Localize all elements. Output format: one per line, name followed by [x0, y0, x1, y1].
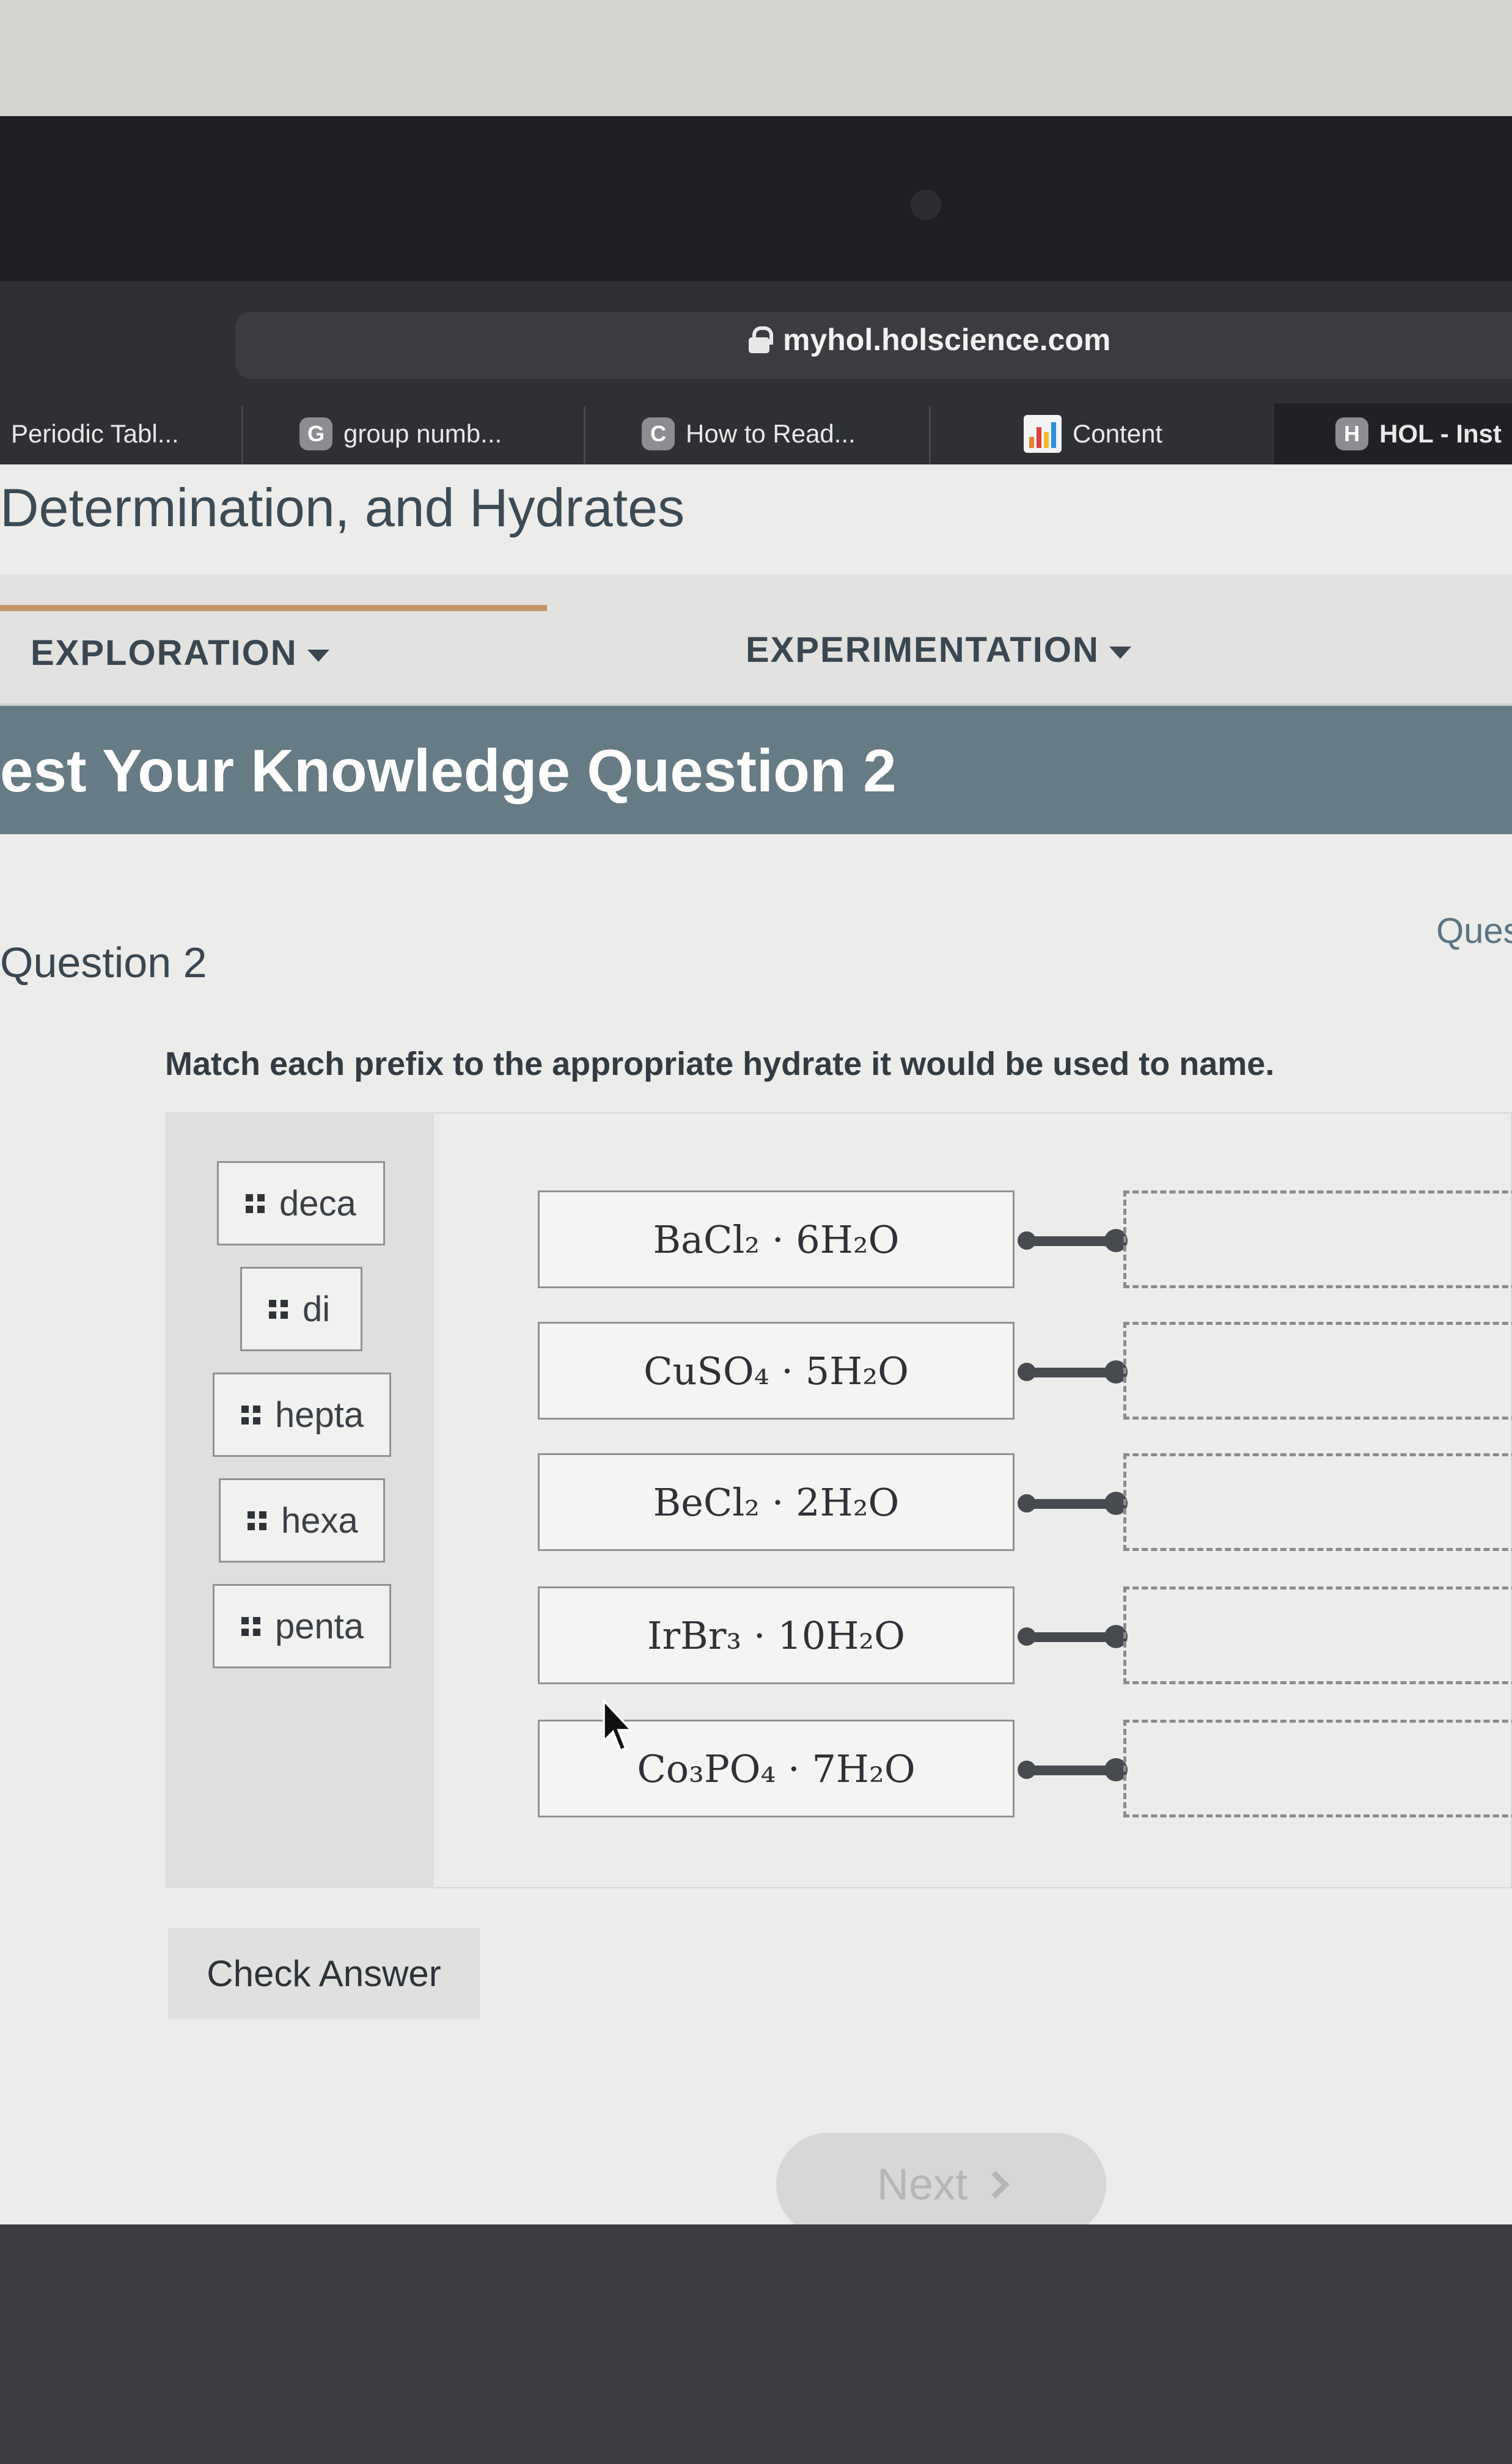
- prefix-label: deca: [279, 1183, 356, 1223]
- hydrate-box-becl2: BeCl₂ · 2H₂O: [538, 1453, 1015, 1551]
- drop-zone-2[interactable]: [1123, 1322, 1512, 1420]
- connector-5: [1018, 1758, 1128, 1781]
- chevron-right-icon: [982, 2171, 1010, 2199]
- nav-exploration-label: EXPLORATION: [31, 633, 298, 673]
- prefix-chip-penta[interactable]: penta: [213, 1584, 391, 1668]
- drag-handle-icon: [269, 1299, 288, 1319]
- tab-label: group numb...: [343, 419, 502, 448]
- prefix-chip-deca[interactable]: deca: [217, 1161, 385, 1245]
- tab-divider: [929, 406, 931, 464]
- hydrate-formula: BaCl₂ · 6H₂O: [653, 1217, 900, 1262]
- tab-content[interactable]: Content: [1024, 403, 1162, 464]
- prefix-label: hexa: [281, 1500, 358, 1541]
- hydrate-box-irbr3: IrBr₃ · 10H₂O: [538, 1586, 1015, 1684]
- tab-label: Content: [1073, 419, 1163, 448]
- lesson-title: Determination, and Hydrates: [0, 477, 685, 538]
- prefix-label: penta: [275, 1606, 364, 1646]
- tab-periodic-table[interactable]: Periodic Tabl...: [11, 403, 179, 464]
- hydrate-formula: CuSO₄ · 5H₂O: [644, 1348, 909, 1393]
- tab-divider: [241, 406, 243, 464]
- connector-2: [1018, 1360, 1128, 1384]
- hydrate-box-bacl2: BaCl₂ · 6H₂O: [538, 1190, 1015, 1288]
- prefix-chip-hexa[interactable]: hexa: [219, 1478, 385, 1563]
- nav-experimentation[interactable]: EXPERIMENTATION: [746, 629, 1131, 670]
- drag-handle-icon: [246, 1194, 265, 1213]
- questions-link[interactable]: Ques: [1436, 911, 1512, 952]
- drop-zone-5[interactable]: [1123, 1720, 1512, 1817]
- hydrate-formula: IrBr₃ · 10H₂O: [647, 1613, 905, 1658]
- background-wall: [0, 0, 1512, 122]
- prefix-chip-hepta[interactable]: hepta: [213, 1373, 391, 1457]
- drop-zone-4[interactable]: [1123, 1586, 1512, 1684]
- h-favicon-icon: H: [1335, 417, 1368, 450]
- address-bar-content[interactable]: myhol.holscience.com: [749, 318, 1110, 362]
- mouse-pointer-icon: [603, 1699, 634, 1752]
- next-label: Next: [876, 2160, 968, 2209]
- tab-label: HOL - Inst: [1379, 419, 1502, 448]
- nav-progress-bar: [0, 605, 547, 611]
- tab-divider: [584, 406, 585, 464]
- drop-zone-3[interactable]: [1123, 1453, 1512, 1551]
- c-favicon-icon: C: [642, 417, 675, 450]
- connector-3: [1018, 1492, 1128, 1515]
- bar-chart-icon: [1024, 415, 1062, 453]
- hydrate-formula: Co₃PO₄ · 7H₂O: [637, 1746, 916, 1791]
- tab-how-to-read[interactable]: C How to Read...: [642, 403, 856, 464]
- lock-icon: [749, 326, 773, 353]
- caret-down-icon: [1109, 646, 1131, 659]
- question-prompt: Match each prefix to the appropriate hyd…: [165, 1046, 1275, 1082]
- drag-handle-icon: [241, 1405, 260, 1425]
- drag-handle-icon: [248, 1511, 266, 1530]
- tab-label: How to Read...: [686, 419, 856, 448]
- tab-group-number[interactable]: G group numb...: [299, 403, 502, 464]
- url-text: myhol.holscience.com: [783, 323, 1111, 357]
- drop-zone-1[interactable]: [1123, 1190, 1512, 1288]
- webcam: [911, 189, 941, 220]
- hydrate-box-cuso4: CuSO₄ · 5H₂O: [538, 1322, 1015, 1420]
- tab-hol-instructor[interactable]: H HOL - Inst: [1274, 403, 1512, 464]
- google-favicon-icon: G: [299, 417, 332, 450]
- caret-down-icon: [307, 649, 329, 662]
- nav-exploration[interactable]: EXPLORATION: [31, 632, 329, 673]
- laptop-bottom-bezel: [0, 2224, 1512, 2464]
- connector-1: [1018, 1229, 1128, 1252]
- hydrate-formula: BeCl₂ · 2H₂O: [653, 1480, 900, 1525]
- next-button[interactable]: Next: [776, 2133, 1106, 2237]
- laptop-bezel: [0, 116, 1512, 290]
- banner-title: est Your Knowledge Question 2: [0, 737, 897, 804]
- prefix-chip-di[interactable]: di: [240, 1267, 362, 1351]
- nav-experimentation-label: EXPERIMENTATION: [746, 630, 1099, 670]
- prefix-label: hepta: [275, 1395, 364, 1435]
- prefix-label: di: [303, 1289, 331, 1329]
- connector-4: [1018, 1625, 1128, 1648]
- tab-label: Periodic Tabl...: [11, 419, 179, 448]
- question-number: Question 2: [0, 939, 207, 986]
- check-answer-button[interactable]: Check Answer: [168, 1928, 480, 2019]
- drag-handle-icon: [241, 1616, 260, 1636]
